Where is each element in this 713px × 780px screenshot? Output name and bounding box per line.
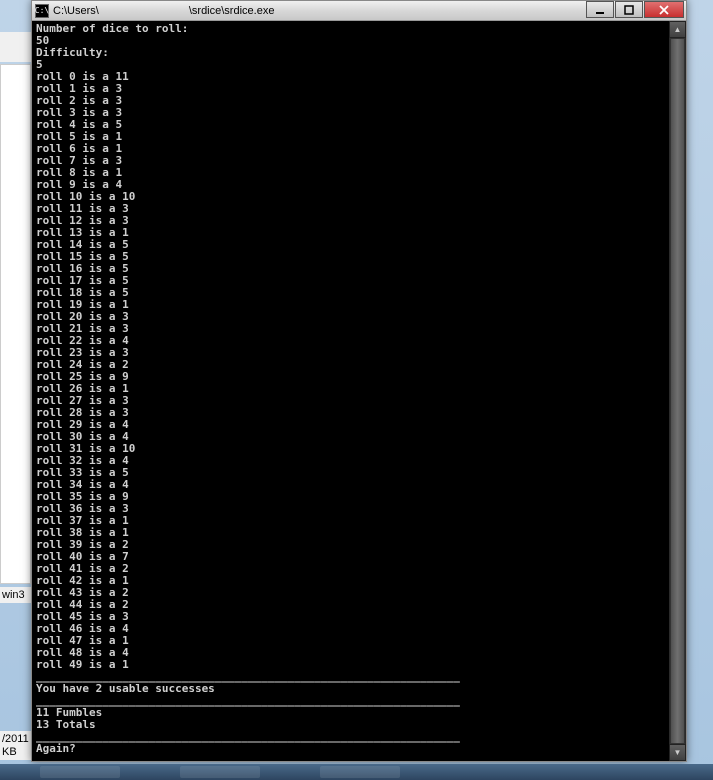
minimize-icon	[595, 5, 605, 15]
scroll-thumb[interactable]	[670, 38, 685, 744]
console-output[interactable]: Number of dice to roll: 50 Difficulty: 5…	[32, 21, 669, 761]
window-controls	[586, 1, 684, 18]
vertical-scrollbar[interactable]: ▲ ▼	[669, 21, 686, 761]
close-icon	[659, 5, 669, 15]
console-window: C:\ C:\Users\ \srdice\srdice.exe Number …	[31, 0, 687, 762]
scroll-track[interactable]	[669, 38, 686, 744]
background-toolbar-fragment	[0, 32, 31, 62]
taskbar[interactable]	[0, 764, 713, 780]
window-title-path: \srdice\srdice.exe	[189, 5, 275, 17]
maximize-button[interactable]	[615, 1, 643, 18]
window-title-left: C:\Users\	[53, 5, 99, 17]
console-body: Number of dice to roll: 50 Difficulty: 5…	[32, 21, 686, 761]
background-text-fragment: win3	[0, 587, 31, 603]
scroll-down-button[interactable]: ▼	[669, 744, 686, 761]
scroll-up-button[interactable]: ▲	[669, 21, 686, 38]
background-size-fragment: KB	[0, 744, 31, 760]
cmd-icon: C:\	[35, 4, 49, 18]
maximize-icon	[624, 5, 634, 15]
titlebar[interactable]: C:\ C:\Users\ \srdice\srdice.exe	[32, 1, 686, 21]
taskbar-item[interactable]	[180, 766, 260, 778]
background-explorer-fragment	[0, 64, 31, 584]
taskbar-item[interactable]	[320, 766, 400, 778]
taskbar-item[interactable]	[40, 766, 120, 778]
close-button[interactable]	[644, 1, 684, 18]
minimize-button[interactable]	[586, 1, 614, 18]
